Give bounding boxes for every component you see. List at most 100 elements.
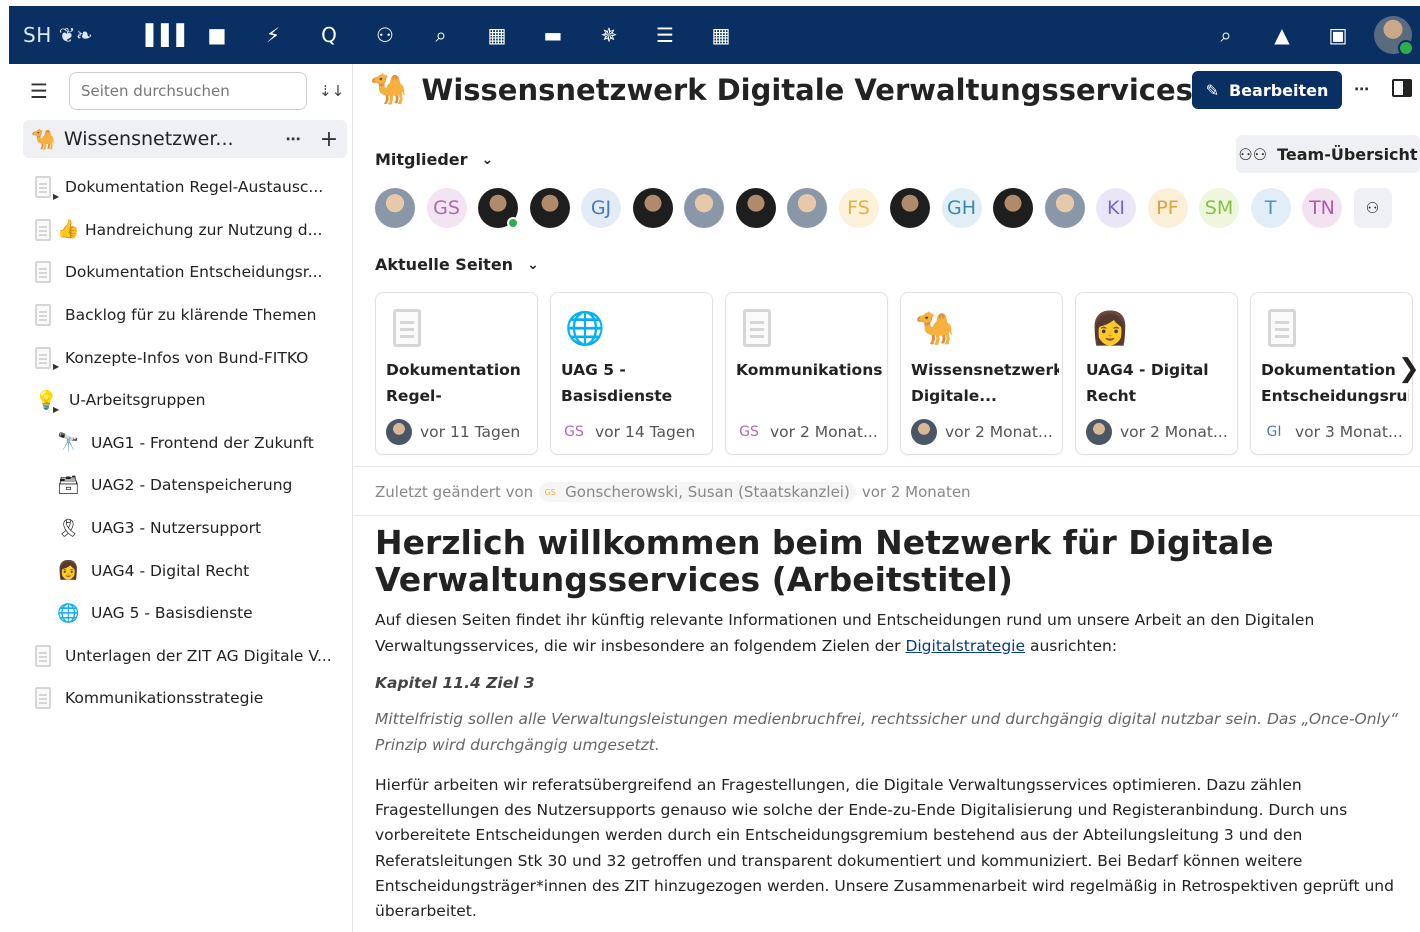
recent-page-time: vor 2 Monat... <box>1120 423 1228 441</box>
more-members-icon[interactable]: ⚇ <box>1353 188 1392 228</box>
edit-button[interactable]: ✎ Bearbeiten <box>1192 71 1342 109</box>
sidebar-item[interactable]: Backlog für zu klärende Themen <box>23 294 347 337</box>
member-avatar[interactable] <box>529 188 570 228</box>
recent-section-toggle[interactable]: Aktuelle Seiten ⌄ <box>375 255 539 274</box>
member-avatar[interactable]: FS <box>838 188 879 228</box>
user-chip-avatar: GS <box>544 487 556 497</box>
page-header: 🐪 Wissensnetzwerk Digitale Verwaltungsse… <box>370 72 1193 107</box>
recent-page-title: Kommunikations <box>736 361 883 379</box>
sidebar-item[interactable]: Dokumentation Entscheidungsr... <box>23 251 347 294</box>
members-section-toggle[interactable]: Mitglieder ⌄ <box>375 150 493 169</box>
document-icon <box>35 346 51 369</box>
member-avatar[interactable] <box>375 188 415 228</box>
recent-page-card[interactable]: 🐪 Wissensnetzwerk Digitale... vor 2 Monat.… <box>900 292 1063 455</box>
member-avatar[interactable]: GH <box>941 188 982 228</box>
sidebar-item[interactable]: 💡 ▶ U-Arbeitsgruppen <box>23 379 347 422</box>
member-avatar[interactable]: T <box>1250 188 1291 228</box>
member-avatar[interactable] <box>890 188 930 228</box>
sidebar-item-label: UAG 5 - Basisdienste <box>91 604 253 623</box>
team-overview-button[interactable]: ⚇⚇ Team-Übersicht <box>1236 135 1420 173</box>
recent-page-card[interactable]: Dokumentation Regel-Austausc... vor 11 Ta… <box>375 292 538 455</box>
recent-page-meta: vor 2 Monat... <box>1086 419 1234 445</box>
dashboard-app-icon[interactable]: ▐▐▐ <box>133 15 189 55</box>
member-avatar[interactable] <box>684 188 724 228</box>
member-avatar[interactable]: KI <box>1096 188 1136 228</box>
sort-icon[interactable]: ⇣↓ <box>319 82 344 100</box>
menu-toggle-icon[interactable]: ☰ <box>23 75 55 107</box>
recent-page-time: vor 3 Monat... <box>1295 423 1403 441</box>
member-avatar[interactable]: PF <box>1147 188 1188 228</box>
member-avatar[interactable] <box>735 188 776 228</box>
recent-page-title: UAG4 - Digital Recht <box>1086 361 1209 405</box>
page-emoji-icon: 👩 <box>1090 309 1130 347</box>
sidebar-item[interactable]: 🗃 UAG2 - Datenspeicherung <box>23 464 347 507</box>
talk-app-icon[interactable]: Q <box>301 15 357 55</box>
author-avatar: GS <box>739 424 759 440</box>
recent-page-card[interactable]: Dokumentation Entscheidungsrui GI vor 3 Mo… <box>1250 292 1413 455</box>
sidebar-item[interactable]: Kommunikationsstrategie <box>23 677 347 720</box>
intro-text-end: ausrichten: <box>1025 636 1118 655</box>
contacts-app-icon[interactable]: ⚇ <box>357 15 413 55</box>
window-edge <box>0 0 9 932</box>
sidebar-item[interactable]: 🌐 UAG 5 - Basisdienste <box>23 592 347 635</box>
member-avatar[interactable]: GJ <box>581 188 621 228</box>
tasks-app-icon[interactable]: ☰ <box>637 15 693 55</box>
member-avatar[interactable] <box>632 188 673 228</box>
member-avatar[interactable] <box>1044 188 1085 228</box>
team-overview-label: Team-Übersicht <box>1277 144 1418 164</box>
member-avatar[interactable]: SM <box>1199 188 1239 228</box>
search-icon[interactable]: ⌕ <box>1198 15 1254 55</box>
sidebar-item[interactable]: ▶ Konzepte-Infos von Bund-FITKO <box>23 336 347 379</box>
expand-caret-icon[interactable]: ▶ <box>53 405 59 414</box>
deck-app-icon[interactable]: ▬ <box>525 15 581 55</box>
recent-page-card[interactable]: 🌐 UAG 5 - Basisdienste GS vor 14 Tagen <box>550 292 713 455</box>
toggle-sidebar-icon[interactable] <box>1392 79 1412 97</box>
notifications-icon[interactable]: ▲ <box>1254 15 1310 55</box>
recent-page-card[interactable]: Kommunikations GS vor 2 Monat... <box>725 292 888 455</box>
member-avatar[interactable]: TN <box>1302 188 1342 228</box>
member-avatar[interactable] <box>478 188 519 229</box>
brand-logo[interactable]: SH ❦❧ <box>23 23 133 47</box>
tables-app-icon[interactable]: ▦ <box>693 15 749 55</box>
sidebar-item[interactable]: 👍 Handreichung zur Nutzung d... <box>23 209 347 252</box>
digitalstrategie-link[interactable]: Digitalstrategie <box>905 637 1025 655</box>
files-app-icon[interactable]: ■ <box>189 15 245 55</box>
sidebar-item[interactable]: 👩 UAG4 - Digital Recht <box>23 549 347 592</box>
search-app-icon[interactable]: ⌕ <box>413 15 469 55</box>
more-actions-button[interactable]: ⋯ <box>275 130 311 148</box>
page-more-button[interactable]: ⋯ <box>1354 80 1369 98</box>
member-avatar[interactable] <box>993 188 1033 228</box>
page-tree: ▶ Dokumentation Regel-Austausc... 👍 Handrei… <box>23 166 347 720</box>
recent-pages-list: Dokumentation Regel-Austausc... vor 11 Ta… <box>375 292 1420 455</box>
add-page-button[interactable]: + <box>311 127 347 152</box>
member-avatar[interactable] <box>787 188 827 228</box>
sidebar-item[interactable]: ▶ Dokumentation Regel-Austausc... <box>23 166 347 209</box>
sidebar-item-label: UAG4 - Digital Recht <box>91 561 250 580</box>
emoji-icon: 💡 <box>35 389 58 411</box>
sidebar-item-label: Backlog für zu klärende Themen <box>65 306 317 325</box>
sidebar-item[interactable]: 🎗 UAG3 - Nutzersupport <box>23 507 347 550</box>
recent-page-card[interactable]: 👩 UAG4 - Digital Recht vor 2 Monat... <box>1075 292 1238 455</box>
member-avatar[interactable]: GS <box>426 188 467 228</box>
page-title: Wissensnetzwerk Digitale Verwaltungsserv… <box>421 72 1193 107</box>
collectives-app-icon[interactable]: ✵ <box>581 15 637 55</box>
page-search-input[interactable]: Seiten durchsuchen <box>69 72 307 110</box>
user-chip-name: Gonscherowski, Susan (Staatskanzlei) <box>565 483 850 501</box>
user-chip[interactable]: GS Gonscherowski, Susan (Staatskanzlei) <box>539 482 856 502</box>
user-avatar[interactable] <box>1374 16 1414 56</box>
activity-app-icon[interactable]: ⚡ <box>245 15 301 55</box>
chevron-right-icon[interactable]: ❯ <box>1398 354 1420 384</box>
sidebar-item[interactable]: Unterlagen der ZIT AG Digitale V... <box>23 635 347 678</box>
sidebar-item-label: Unterlagen der ZIT AG Digitale V... <box>65 646 332 665</box>
document-icon <box>35 687 51 710</box>
sidebar-current-collective[interactable]: 🐪 Wissensnetzwer... ⋯ + <box>23 120 347 158</box>
document-icon <box>1268 309 1296 347</box>
contacts-menu-icon[interactable]: ▣ <box>1310 15 1366 55</box>
changed-prefix: Zuletzt geändert von <box>375 483 534 501</box>
expand-caret-icon[interactable]: ▶ <box>53 192 59 201</box>
page-content: Herzlich willkommen beim Netzwerk für Di… <box>375 524 1415 924</box>
sidebar-item[interactable]: 🔭 UAG1 - Frontend der Zukunft <box>23 422 347 465</box>
expand-caret-icon[interactable]: ▶ <box>53 362 59 371</box>
author-avatar <box>1086 419 1112 445</box>
calendar-app-icon[interactable]: ▦ <box>469 15 525 55</box>
